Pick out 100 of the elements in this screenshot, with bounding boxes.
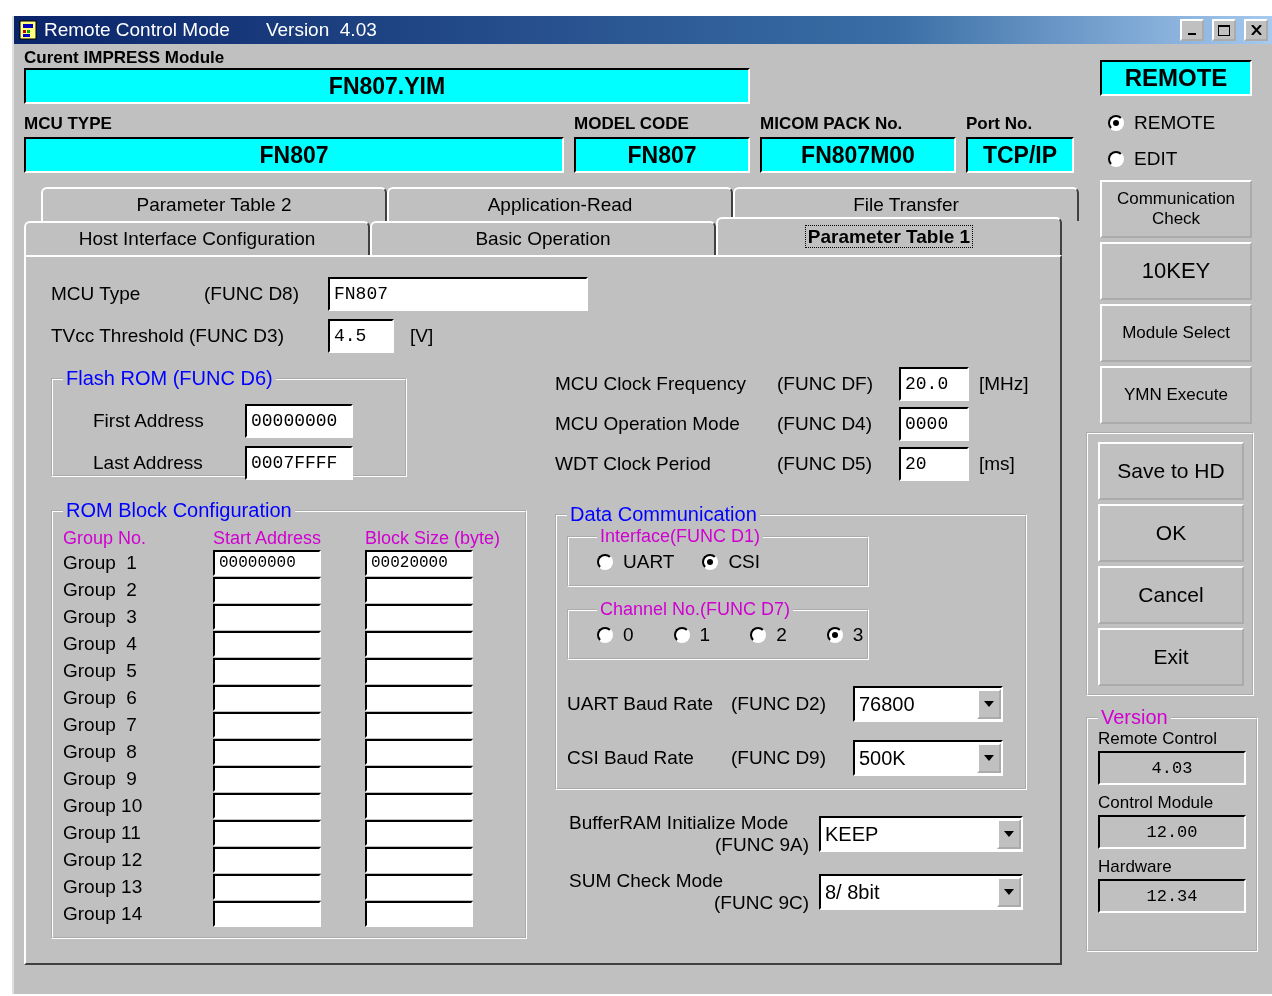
action-button[interactable]: Save to HD (1098, 442, 1244, 500)
start-address-field[interactable] (213, 793, 321, 819)
start-address-field[interactable] (213, 820, 321, 846)
group-label: Group 14 (63, 903, 144, 925)
app-icon (18, 20, 38, 40)
unit-label: [ms] (979, 453, 1015, 475)
radio-button[interactable] (1108, 115, 1124, 131)
tab[interactable]: Parameter Table 2 (41, 187, 387, 221)
close-icon (1250, 25, 1262, 35)
tvcc-field[interactable]: 4.5 (328, 319, 394, 353)
group-label: Group 9 (63, 768, 138, 790)
field-label: UART Baud Rate (567, 693, 715, 715)
start-address-field[interactable] (213, 739, 321, 765)
group-label: Group 10 (63, 795, 144, 817)
block-size-field[interactable] (365, 793, 473, 819)
version-field: 12.34 (1098, 879, 1246, 913)
tab[interactable]: Basic Operation (370, 221, 716, 255)
tab[interactable]: Parameter Table 1 (716, 217, 1062, 255)
dropdown[interactable]: 8/ 8bit (819, 874, 1023, 910)
block-size-field[interactable] (365, 604, 473, 630)
group-label: Group 6 (63, 687, 138, 709)
maximize-button[interactable] (1212, 19, 1236, 41)
start-address-field[interactable] (213, 604, 321, 630)
mcu-type-field[interactable]: FN807 (328, 277, 588, 311)
mode-badge: REMOTE (1100, 60, 1252, 96)
block-size-field[interactable] (365, 631, 473, 657)
field-label: MCU Clock Frequency (555, 373, 748, 395)
start-address-field[interactable]: 00000000 (213, 550, 321, 576)
field-label: MODEL CODE (574, 114, 690, 134)
dropdown[interactable]: KEEP (819, 816, 1023, 852)
field-label: CSI Baud Rate (567, 747, 695, 769)
group-title: Interface(FUNC D1) (599, 526, 762, 547)
block-size-field[interactable]: 00020000 (365, 550, 473, 576)
radio-button[interactable] (750, 627, 767, 643)
start-address-field[interactable] (213, 874, 321, 900)
group-label: Group 3 (63, 606, 138, 628)
func-label: (FUNC D9) (731, 747, 827, 769)
unit-label: [V] (410, 325, 434, 347)
start-address-field[interactable] (213, 658, 321, 684)
dropdown[interactable]: 500K (853, 740, 1003, 776)
start-address-field[interactable] (213, 631, 321, 657)
start-address-field[interactable] (213, 766, 321, 792)
tab[interactable]: Host Interface Configuration (24, 221, 370, 255)
tool-button[interactable]: YMN Execute (1100, 366, 1252, 424)
group-label: Group 1 (63, 552, 138, 574)
block-size-field[interactable] (365, 766, 473, 792)
block-size-field[interactable] (365, 820, 473, 846)
version-item-label: Hardware (1098, 857, 1173, 877)
block-size-field[interactable] (365, 685, 473, 711)
radio-button[interactable] (826, 627, 843, 643)
tool-button[interactable]: Module Select (1100, 304, 1252, 362)
field-label: TVcc Threshold (FUNC D3) (51, 325, 285, 347)
version-field: 4.03 (1098, 751, 1246, 785)
block-size-field[interactable] (365, 577, 473, 603)
block-size-field[interactable] (365, 739, 473, 765)
group-label: Group 12 (63, 849, 144, 871)
column-header: Start Address (213, 528, 323, 549)
field-label: First Address (93, 410, 205, 432)
block-size-field[interactable] (365, 658, 473, 684)
field-label: MICOM PACK No. (760, 114, 904, 134)
block-size-field[interactable] (365, 712, 473, 738)
radio-label: EDIT (1134, 148, 1178, 170)
value-field[interactable]: 0000 (899, 407, 969, 441)
radio-button[interactable] (1108, 151, 1124, 167)
close-button[interactable] (1244, 19, 1268, 41)
start-address-field[interactable] (213, 577, 321, 603)
radio-button[interactable] (597, 627, 613, 643)
minimize-button[interactable] (1180, 19, 1204, 41)
group-title: Flash ROM (FUNC D6) (65, 367, 274, 390)
field-label: MCU Type (51, 283, 142, 305)
value-field[interactable]: 20 (899, 447, 969, 481)
start-address-field[interactable] (213, 685, 321, 711)
action-button[interactable]: Cancel (1098, 566, 1244, 624)
action-button[interactable]: OK (1098, 504, 1244, 562)
address-field[interactable]: 00000000 (245, 404, 353, 438)
radio-label: UART (623, 551, 675, 573)
minimize-icon (1188, 33, 1196, 35)
start-address-field[interactable] (213, 712, 321, 738)
radio-button[interactable] (702, 554, 719, 570)
address-field[interactable]: 0007FFFF (245, 446, 353, 480)
radio-label: 2 (776, 624, 787, 646)
radio-button[interactable] (597, 554, 613, 570)
action-button[interactable]: Exit (1098, 628, 1244, 686)
dropdown[interactable]: 76800 (853, 686, 1003, 722)
start-address-field[interactable] (213, 901, 321, 927)
tool-button[interactable]: 10KEY (1100, 242, 1252, 300)
start-address-field[interactable] (213, 847, 321, 873)
group-label: Group 7 (63, 714, 138, 736)
block-size-field[interactable] (365, 901, 473, 927)
radio-button[interactable] (673, 627, 690, 643)
value-field[interactable]: 20.0 (899, 367, 969, 401)
func-label: (FUNC 9C) (714, 892, 809, 914)
tab[interactable]: Application-Read (387, 187, 733, 221)
tool-button[interactable]: Communication Check (1100, 180, 1252, 238)
version-field: 12.00 (1098, 815, 1246, 849)
field-label: SUM Check Mode (569, 870, 724, 892)
block-size-field[interactable] (365, 874, 473, 900)
group-label: Group 5 (63, 660, 138, 682)
block-size-field[interactable] (365, 847, 473, 873)
func-label: (FUNC D8) (204, 283, 300, 305)
